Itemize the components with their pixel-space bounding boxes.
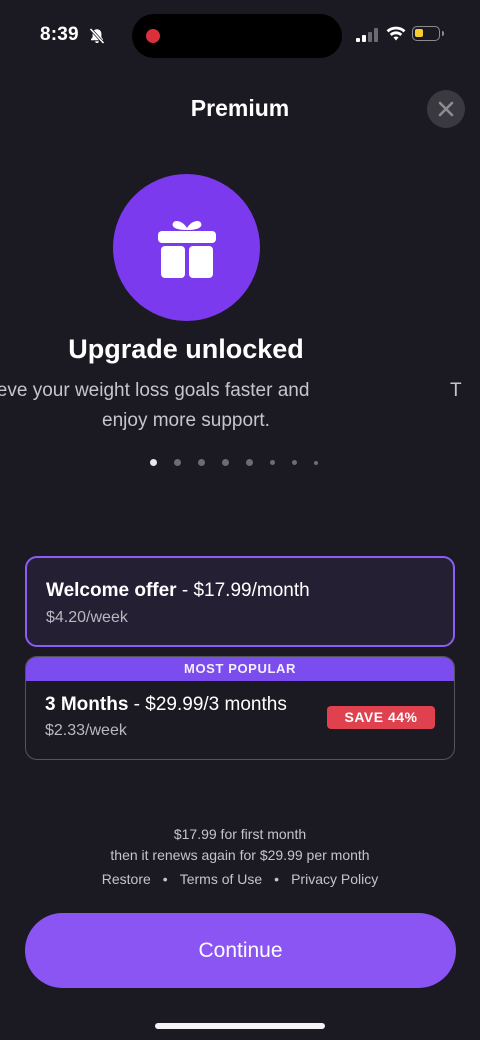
pager-dot[interactable] [222,459,229,466]
hero-subtitle: hieve your weight loss goals faster and … [0,380,372,444]
plan-option-3-months[interactable]: MOST POPULAR 3 Months - $29.99/3 months … [25,656,455,760]
plan-weekly-price: $4.20/week [46,609,128,626]
bell-slash-icon [89,27,105,45]
plan-title: Welcome offer - $17.99/month [46,580,310,602]
home-indicator[interactable] [155,1023,325,1029]
hero-headline: Upgrade unlocked [68,334,304,364]
footer-links: Restore • Terms of Use • Privacy Policy [0,871,480,887]
status-time: 8:39 [40,24,79,45]
hero-icon-circle [113,174,260,321]
pager-dot[interactable] [314,460,318,465]
wifi-icon [386,26,406,41]
close-button[interactable] [427,90,465,128]
dynamic-island [132,14,342,58]
carousel-pager[interactable] [150,459,335,466]
terms-of-use-link[interactable]: Terms of Use [180,871,262,887]
plan-name: Welcome offer [46,580,177,601]
plan-price: $17.99/month [193,580,310,601]
pricing-info-line2: then it renews again for $29.99 per mont… [110,847,370,863]
signal-icon [356,28,378,42]
plan-name: 3 Months [45,694,129,715]
pager-dot[interactable] [198,459,205,466]
gift-icon [157,220,216,278]
save-badge: SAVE 44% [327,706,435,729]
pager-dot[interactable] [292,460,297,465]
status-bar: 8:39 [0,0,480,72]
pager-dot[interactable] [150,459,157,466]
hero-subtitle-line1: hieve your weight loss goals faster and [0,380,310,401]
plan-title: 3 Months - $29.99/3 months [45,694,287,716]
pager-dot[interactable] [270,460,275,465]
restore-link[interactable]: Restore [102,871,151,887]
hero-subtitle-line2: enjoy more support. [102,410,270,431]
close-icon [438,101,454,117]
link-separator: • [274,871,280,887]
pager-dot[interactable] [174,459,181,466]
battery-level [415,29,423,37]
privacy-policy-link[interactable]: Privacy Policy [291,871,378,887]
battery-icon [412,26,444,41]
plan-separator: - [128,694,146,715]
pager-dot[interactable] [246,459,253,466]
plan-price: $29.99/3 months [145,694,287,715]
pricing-info-line1: $17.99 for first month [173,826,307,842]
most-popular-badge: MOST POPULAR [26,657,454,681]
recording-dot [146,29,160,43]
continue-button[interactable]: Continue [25,913,456,988]
plan-separator: - [176,580,194,601]
page-title: Premium [190,95,290,121]
plan-weekly-price: $2.33/week [45,722,127,739]
next-slide-peek: T [450,380,462,401]
link-separator: • [162,871,168,887]
plan-option-welcome-offer[interactable]: Welcome offer - $17.99/month $4.20/week [25,556,455,647]
